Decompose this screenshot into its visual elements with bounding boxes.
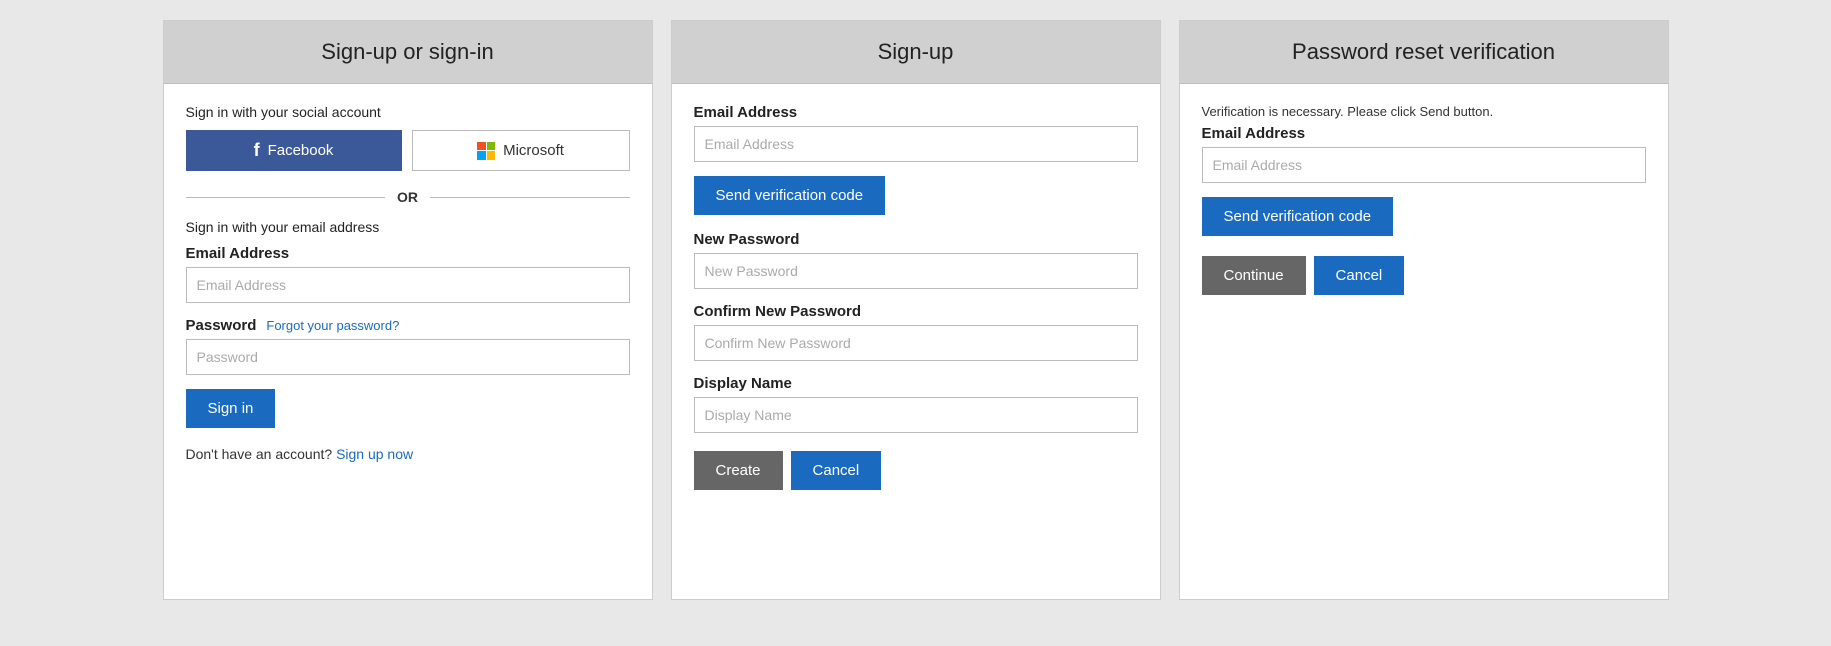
footer-text: Don't have an account?	[186, 446, 333, 462]
reset-buttons-row: Continue Cancel	[1202, 256, 1646, 295]
reset-cancel-button[interactable]: Cancel	[1314, 256, 1405, 295]
confirm-password-label: Confirm New Password	[694, 303, 1138, 320]
password-label-row: Password Forgot your password?	[186, 317, 630, 334]
signup-buttons-row: Create Cancel	[694, 451, 1138, 490]
signup-panel-title: Sign-up	[672, 21, 1160, 84]
password-reset-panel: Password reset verification Verification…	[1179, 20, 1669, 600]
verification-info-text: Verification is necessary. Please click …	[1202, 104, 1646, 119]
password-label: Password	[186, 317, 257, 334]
display-name-input[interactable]	[694, 397, 1138, 433]
social-section-label: Sign in with your social account	[186, 104, 630, 120]
microsoft-button-label: Microsoft	[503, 142, 564, 159]
forgot-password-link[interactable]: Forgot your password?	[266, 318, 399, 333]
send-verification-code-button[interactable]: Send verification code	[694, 176, 886, 215]
microsoft-button[interactable]: Microsoft	[412, 130, 630, 171]
or-divider: OR	[186, 189, 630, 205]
password-input[interactable]	[186, 339, 630, 375]
signin-button[interactable]: Sign in	[186, 389, 276, 428]
email-address-label: Email Address	[186, 245, 630, 262]
facebook-button-label: Facebook	[268, 142, 334, 159]
or-text: OR	[393, 189, 422, 205]
microsoft-icon	[477, 142, 495, 160]
facebook-icon: f	[254, 140, 260, 161]
signin-panel: Sign-up or sign-in Sign in with your soc…	[163, 20, 653, 600]
signup-cancel-button[interactable]: Cancel	[791, 451, 882, 490]
email-input[interactable]	[186, 267, 630, 303]
or-line-left	[186, 197, 386, 198]
signup-email-label: Email Address	[694, 104, 1138, 121]
email-section-label: Sign in with your email address	[186, 219, 630, 235]
confirm-password-input[interactable]	[694, 325, 1138, 361]
new-password-input[interactable]	[694, 253, 1138, 289]
signup-email-input[interactable]	[694, 126, 1138, 162]
display-name-label: Display Name	[694, 375, 1138, 392]
reset-send-code-button[interactable]: Send verification code	[1202, 197, 1394, 236]
or-line-right	[430, 197, 630, 198]
continue-button[interactable]: Continue	[1202, 256, 1306, 295]
create-button[interactable]: Create	[694, 451, 783, 490]
signup-footer: Don't have an account? Sign up now	[186, 446, 630, 462]
new-password-label: New Password	[694, 231, 1138, 248]
password-reset-title: Password reset verification	[1180, 21, 1668, 84]
social-buttons-row: f Facebook Microsoft	[186, 130, 630, 171]
facebook-button[interactable]: f Facebook	[186, 130, 402, 171]
signup-panel: Sign-up Email Address Send verification …	[671, 20, 1161, 600]
reset-email-input[interactable]	[1202, 147, 1646, 183]
signup-now-link[interactable]: Sign up now	[336, 446, 413, 462]
reset-email-label: Email Address	[1202, 125, 1646, 142]
signin-panel-title: Sign-up or sign-in	[164, 21, 652, 84]
